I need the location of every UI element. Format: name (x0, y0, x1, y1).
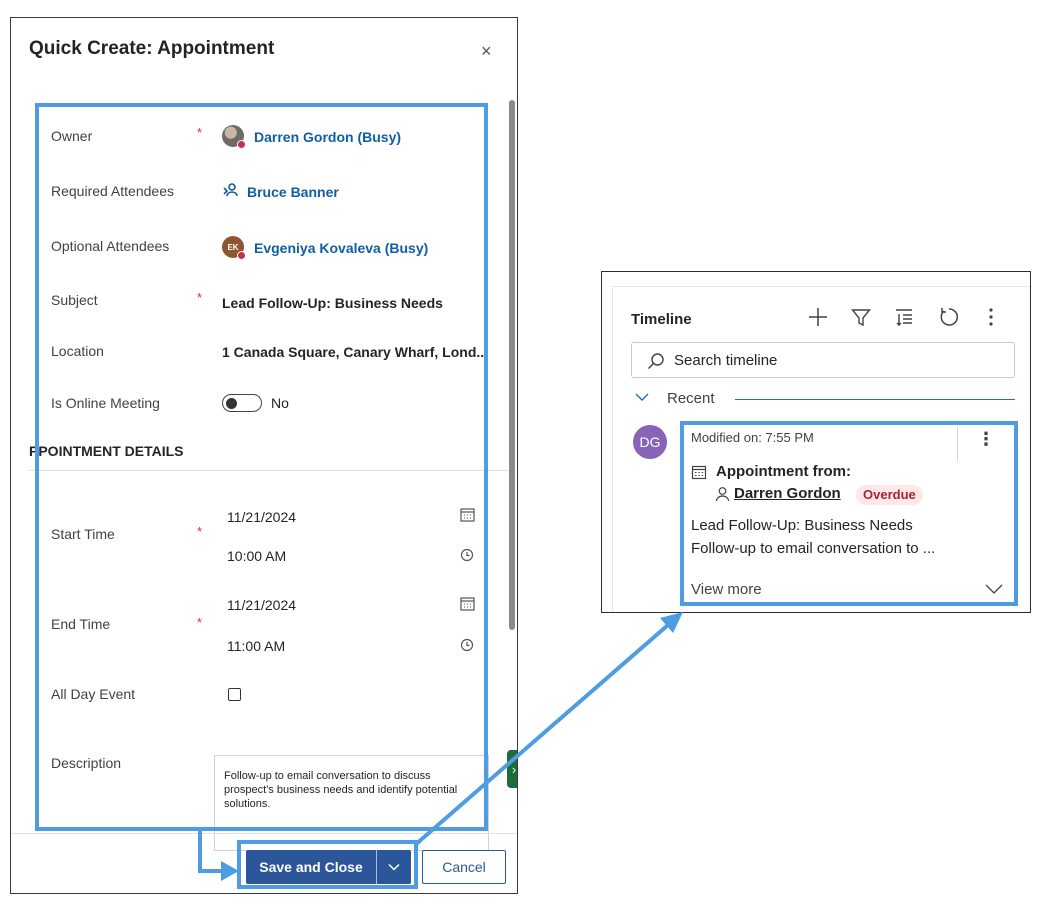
annotation-arrows (198, 612, 683, 881)
